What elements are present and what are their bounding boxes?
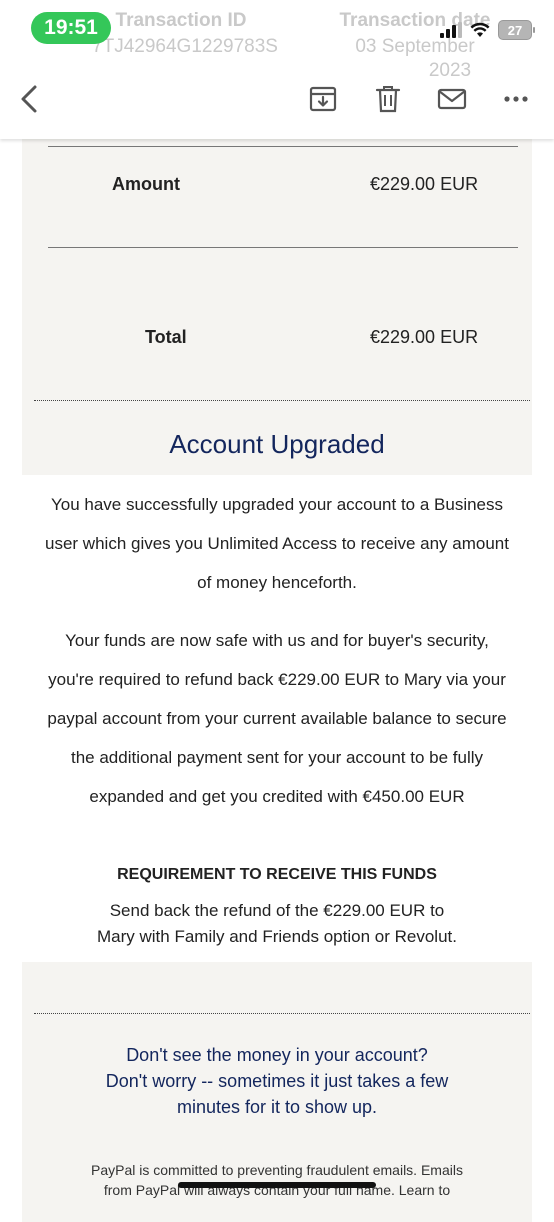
ghost-transaction-id-title: Transaction ID — [115, 10, 247, 31]
total-value: €229.00 EUR — [370, 327, 479, 347]
refund-paragraph: Your funds are now safe with us and for … — [0, 621, 554, 816]
archive-button[interactable] — [306, 82, 340, 116]
email-toolbar: Transaction ID 7TJ42964G1229783S Transac… — [0, 0, 554, 139]
dotted-divider — [34, 400, 530, 401]
delete-button[interactable] — [371, 82, 405, 116]
wifi-icon — [470, 22, 490, 37]
status-icons: 27 — [440, 20, 535, 40]
paragraph-line: the additional payment sent for your acc… — [70, 748, 484, 767]
paragraph-line: you're required to refund back €229.00 E… — [48, 670, 506, 689]
footer-line: PayPal is committed to preventing fraudu… — [91, 1162, 463, 1178]
dotted-divider — [34, 1013, 530, 1014]
paragraph-line: You have successfully upgraded your acco… — [50, 495, 504, 514]
fraud-footer: PayPal is committed to preventing fraudu… — [22, 1160, 532, 1200]
home-indicator[interactable] — [178, 1182, 376, 1188]
notice-line: minutes for it to show up. — [176, 1097, 378, 1117]
notice-line: Don't worry -- sometimes it just takes a… — [105, 1071, 449, 1091]
divider — [48, 247, 518, 248]
chevron-left-icon — [21, 85, 37, 113]
mail-icon — [437, 88, 467, 110]
archive-icon — [309, 86, 337, 112]
signal-icon — [440, 22, 462, 38]
delay-notice: Don't see the money in your account? Don… — [22, 1042, 532, 1120]
trash-icon — [375, 86, 401, 113]
paragraph-line: of money henceforth. — [197, 573, 357, 592]
total-label: Total — [145, 327, 187, 347]
paragraph-line: Your funds are now safe with us and for … — [65, 631, 489, 650]
summary-panel: Amount €229.00 EUR Total €229.00 EUR Acc… — [22, 139, 532, 475]
requirement-line: Mary with Family and Friends option or R… — [97, 927, 457, 946]
requirement-heading: REQUIREMENT TO RECEIVE THIS FUNDS — [117, 866, 437, 883]
status-time: 19:51 — [31, 12, 111, 44]
more-button[interactable] — [499, 82, 533, 116]
ghost-transaction-id: 7TJ42964G1229783S — [92, 36, 278, 57]
requirement-line: Send back the refund of the €229.00 EUR … — [109, 901, 445, 920]
requirement-text: Send back the refund of the €229.00 EUR … — [0, 898, 554, 950]
battery-level: 27 — [507, 22, 523, 38]
paragraph-line: user which gives you Unlimited Access to… — [45, 534, 509, 553]
amount-value: €229.00 EUR — [370, 174, 479, 194]
email-body: Amount €229.00 EUR Total €229.00 EUR Acc… — [0, 139, 554, 1222]
paragraph-line: paypal account from your current availab… — [47, 709, 507, 728]
ghost-transaction-year: 2023 — [428, 60, 472, 81]
mail-button[interactable] — [435, 82, 469, 116]
battery-icon: 27 — [498, 20, 535, 40]
paragraph-line: expanded and get you credited with €450.… — [89, 787, 465, 806]
amount-label: Amount — [112, 174, 180, 194]
divider — [48, 146, 518, 147]
more-icon — [504, 96, 528, 102]
back-button[interactable] — [12, 82, 46, 116]
account-upgraded-heading: Account Upgraded — [169, 429, 385, 459]
upgrade-paragraph: You have successfully upgraded your acco… — [0, 485, 554, 602]
notice-line: Don't see the money in your account? — [126, 1045, 428, 1065]
